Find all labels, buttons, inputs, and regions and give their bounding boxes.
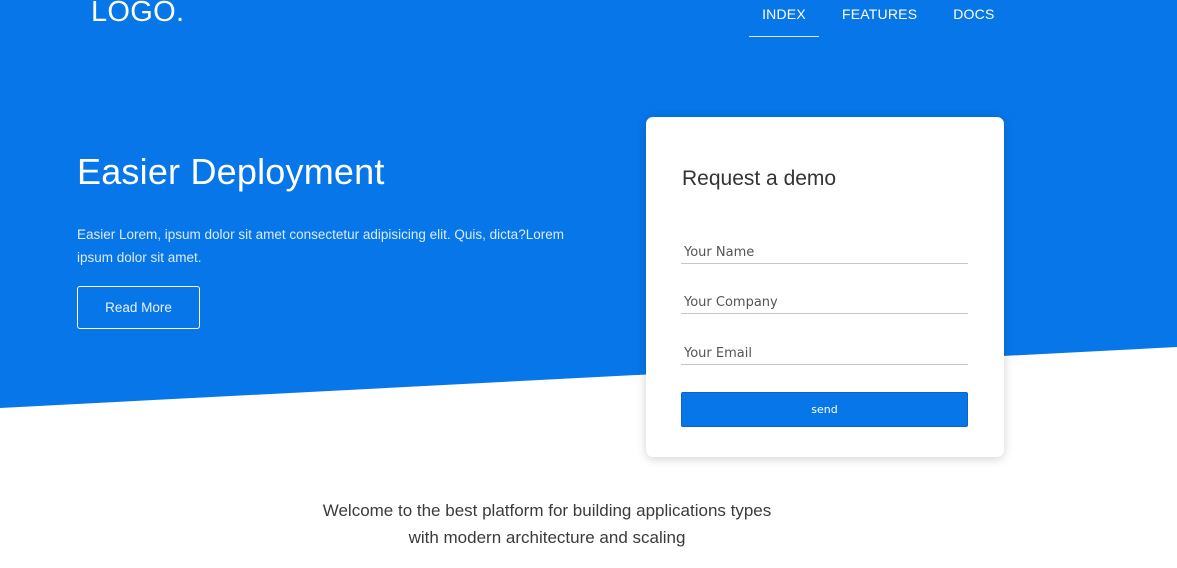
company-input[interactable] [681,292,968,314]
logo[interactable]: LOGO. [91,0,184,29]
nav-item-features[interactable]: FEATURES [842,0,917,36]
welcome-line-2: with modern architecture and scaling [408,528,686,547]
demo-request-card: Request a demo send [646,117,1004,457]
demo-form-title: Request a demo [682,167,837,190]
read-more-button[interactable]: Read More [77,286,200,329]
name-input[interactable] [681,242,968,264]
nav-item-index[interactable]: INDEX [749,0,819,37]
send-button[interactable]: send [681,392,968,427]
welcome-text: Welcome to the best platform for buildin… [297,497,797,551]
hero-description: Easier Lorem, ipsum dolor sit amet conse… [77,227,564,265]
hero-title: Easier Deployment [77,151,385,192]
email-input[interactable] [681,343,968,365]
main-nav: INDEX FEATURES DOCS [749,0,995,38]
welcome-line-1: Welcome to the best platform for buildin… [322,501,772,520]
nav-item-docs[interactable]: DOCS [953,0,994,36]
